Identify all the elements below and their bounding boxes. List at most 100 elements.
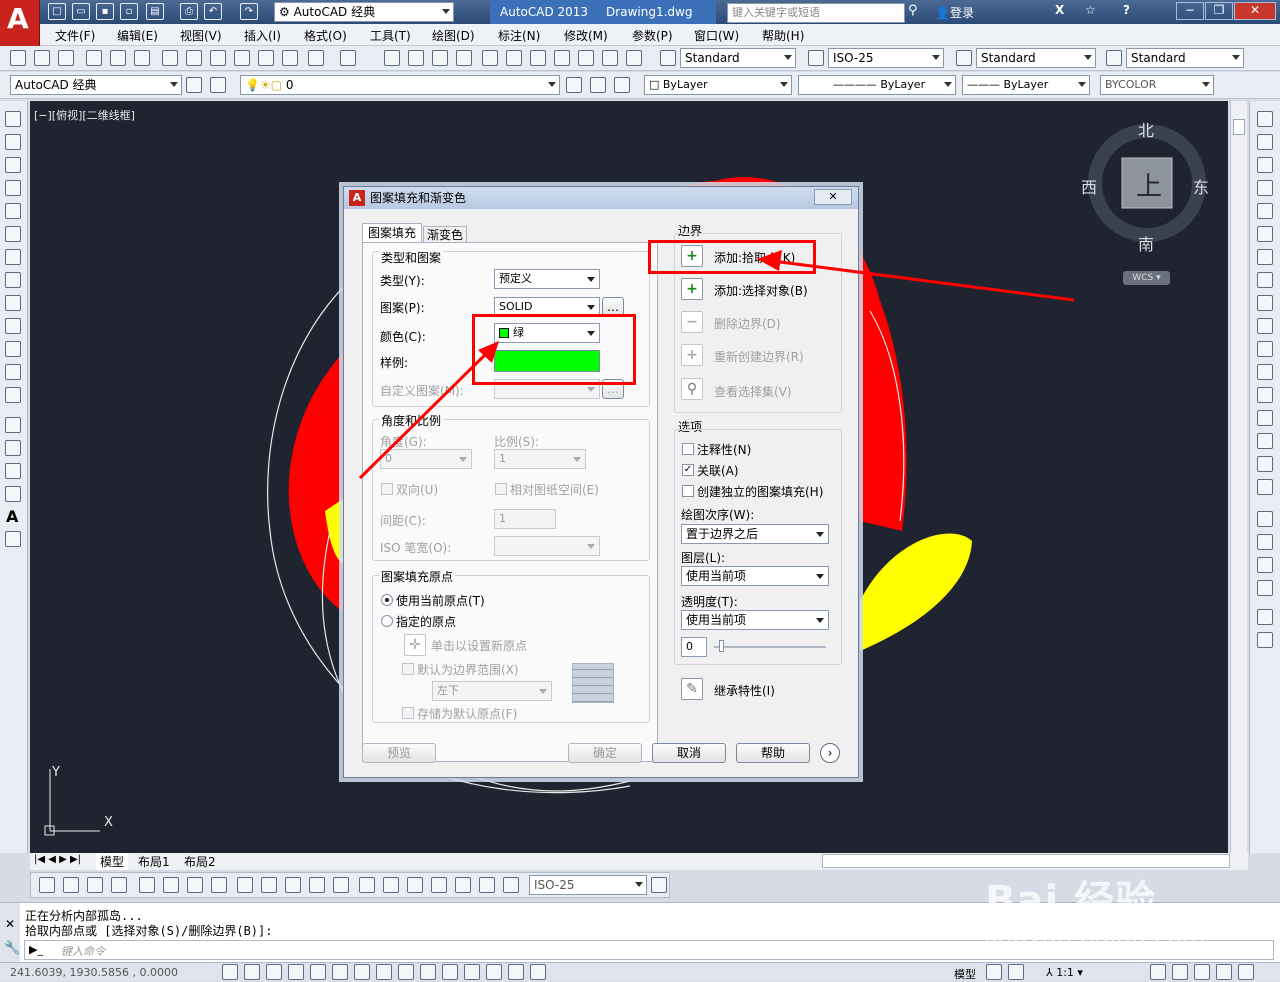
angle-select[interactable]: 0 (380, 449, 472, 469)
relative-paper-checkbox[interactable] (495, 483, 507, 495)
dim-text-edit-icon[interactable] (479, 877, 495, 893)
object-snap-icon[interactable] (332, 964, 348, 980)
make-current-icon[interactable] (566, 77, 582, 93)
help-button[interactable]: 帮助 (736, 743, 810, 763)
quick-dim-icon[interactable] (237, 877, 253, 893)
text-style-icon[interactable] (660, 50, 676, 66)
tab-layout2[interactable]: 布局2 (182, 853, 218, 870)
table-style-select[interactable]: Standard (976, 48, 1096, 68)
circle-icon[interactable] (5, 249, 21, 265)
gradient-icon[interactable] (5, 440, 21, 456)
dialog-title-bar[interactable]: A 图案填充和渐变色 ✕ (344, 187, 858, 209)
menu-file[interactable]: 文件(F) (55, 27, 95, 44)
inspect-icon[interactable] (407, 877, 423, 893)
match-icon[interactable] (258, 50, 274, 66)
scale-select[interactable]: 1 (494, 449, 586, 469)
tab-layout1[interactable]: 布局1 (136, 853, 172, 870)
offset-icon[interactable] (1257, 180, 1273, 196)
remove-boundary-button[interactable]: 删除边界(D) (714, 315, 781, 332)
dim-baseline-icon[interactable] (261, 877, 277, 893)
vertical-scrollbar[interactable] (1230, 101, 1247, 853)
quick-properties-icon[interactable] (486, 964, 502, 980)
compass-east[interactable]: 东 (1193, 174, 1209, 198)
construction-line-icon[interactable] (5, 134, 21, 150)
move-icon[interactable] (1257, 226, 1273, 242)
region-icon[interactable] (5, 463, 21, 479)
polyline-icon[interactable] (5, 157, 21, 173)
dim-aligned-icon[interactable] (63, 877, 79, 893)
tab-gradient[interactable]: 渐变色 (423, 226, 467, 243)
recreate-boundary-icon[interactable]: + (681, 344, 703, 366)
tool-palettes-icon[interactable] (530, 50, 546, 66)
arc-icon[interactable] (5, 226, 21, 242)
dim-diameter-icon[interactable] (187, 877, 203, 893)
compass-south[interactable]: 南 (1138, 231, 1154, 255)
dim-style-select[interactable]: ISO-25 (828, 48, 944, 68)
recreate-boundary-button[interactable]: 重新创建边界(R) (714, 348, 804, 365)
add-selected-icon[interactable] (5, 531, 21, 547)
annotation-scale[interactable]: ⅄ 1:1 ▾ (1046, 966, 1083, 979)
dim-update-icon[interactable] (503, 877, 519, 893)
lineweight-icon[interactable] (442, 964, 458, 980)
ok-button[interactable]: 确定 (568, 743, 642, 763)
design-center-icon[interactable] (506, 50, 522, 66)
add-select-icon[interactable]: + (681, 278, 703, 300)
dim-angular-icon[interactable] (211, 877, 227, 893)
transparency-icon[interactable] (464, 964, 480, 980)
otrack-icon[interactable] (376, 964, 392, 980)
join-icon[interactable] (1257, 410, 1273, 426)
dim-jogged-icon[interactable] (163, 877, 179, 893)
dim-arc-icon[interactable] (87, 877, 103, 893)
mleader-style-select[interactable]: Standard (1126, 48, 1244, 68)
copy-icon[interactable] (210, 50, 226, 66)
hatch-icon[interactable] (5, 417, 21, 433)
draw-order-select[interactable]: 置于边界之后 (681, 524, 829, 544)
menu-window[interactable]: 窗口(W) (694, 27, 739, 44)
cut-icon[interactable] (186, 50, 202, 66)
transparency-slider[interactable] (714, 640, 826, 652)
sheet-set-icon[interactable] (554, 50, 570, 66)
center-mark-icon[interactable] (383, 877, 399, 893)
rotate-icon[interactable] (1257, 249, 1273, 265)
save-icon[interactable] (58, 50, 74, 66)
menu-modify[interactable]: 修改(M) (564, 27, 608, 44)
add-select-button[interactable]: 添加:选择对象(B) (714, 282, 808, 299)
open-file-icon[interactable]: ▭ (72, 3, 90, 20)
dim-edit-icon[interactable] (455, 877, 471, 893)
grid-display-icon[interactable] (266, 964, 282, 980)
inherit-button[interactable]: 继承特性(I) (714, 682, 775, 699)
fillet-icon[interactable] (1257, 456, 1273, 472)
ortho-mode-icon[interactable] (288, 964, 304, 980)
layer-previous-icon[interactable] (590, 77, 606, 93)
menu-insert[interactable]: 插入(I) (244, 27, 281, 44)
lock-icon[interactable] (1172, 964, 1188, 980)
star-icon[interactable]: ☆ (1085, 3, 1096, 17)
print-icon[interactable]: ⎙ (180, 3, 198, 20)
erase-icon[interactable] (1257, 111, 1273, 127)
dialog-close-button[interactable]: ✕ (814, 189, 852, 205)
plot-icon[interactable]: ▤ (146, 3, 164, 20)
workspace-select-2[interactable]: AutoCAD 经典 (10, 75, 182, 95)
menu-format[interactable]: 格式(O) (304, 27, 347, 44)
binoculars-icon[interactable]: ⚲ (908, 3, 930, 21)
layer-select[interactable]: 💡☀▢ 0 (240, 75, 560, 95)
linetype-select[interactable]: ———— ByLayer (798, 75, 956, 95)
calculator-icon[interactable] (602, 50, 618, 66)
model-space-toggle[interactable]: 模型 (954, 966, 976, 982)
break-icon[interactable] (1257, 387, 1273, 403)
login-button[interactable]: 👤登录 (935, 4, 974, 21)
dim-style-icon[interactable] (808, 50, 824, 66)
workspace-select[interactable]: ⚙ AutoCAD 经典 (274, 2, 454, 22)
color-select[interactable]: □ ByLayer (644, 75, 792, 95)
mleader-style-icon[interactable] (1106, 50, 1122, 66)
insert-block-icon[interactable] (5, 364, 21, 380)
exchange-icon[interactable]: X (1055, 3, 1064, 17)
save-icon[interactable]: ▪ (96, 3, 114, 20)
text-style-select[interactable]: Standard (680, 48, 796, 68)
tolerance-icon[interactable] (359, 877, 375, 893)
layer-properties-icon[interactable] (210, 77, 226, 93)
dim-radius-icon[interactable] (139, 877, 155, 893)
preview-button[interactable]: 预览 (362, 743, 436, 763)
dim-style-manager-icon[interactable] (651, 877, 667, 893)
ellipse-arc-icon[interactable] (5, 341, 21, 357)
